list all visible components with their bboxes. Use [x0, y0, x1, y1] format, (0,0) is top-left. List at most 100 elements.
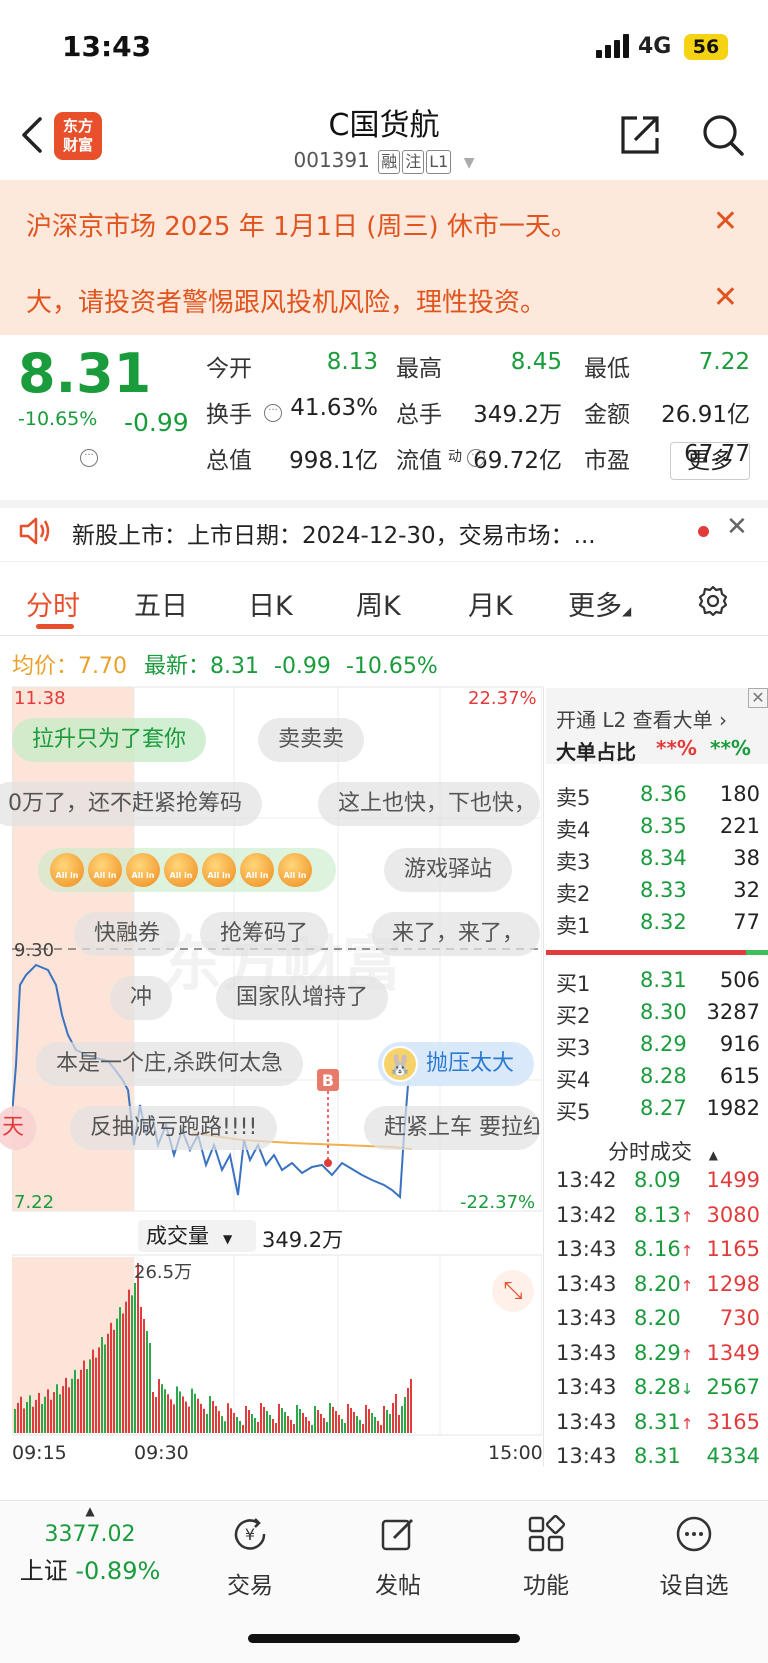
barrage-comment[interactable]: 快融券	[74, 912, 181, 956]
barrage-comment[interactable]: 赶紧上车 要拉红	[364, 1106, 540, 1150]
volume-bar	[143, 1319, 145, 1433]
close-icon[interactable]: ✕	[748, 688, 768, 708]
volume-bar	[251, 1414, 253, 1433]
barrage-comment[interactable]: 拉升只为了套你	[12, 718, 207, 762]
close-icon[interactable]: ✕	[726, 512, 748, 542]
index-widget[interactable]: ▲ 3377.02 上证 -0.89%	[10, 1500, 170, 1586]
notice-line-2: 大，请投资者警惕跟风投机风险，理性投资。	[26, 288, 547, 318]
l2-prompt[interactable]: 开通 L2 查看大单 ›	[556, 704, 727, 733]
volume-bar	[62, 1386, 64, 1433]
tab-more[interactable]: 更多◢	[568, 584, 631, 623]
nav-post[interactable]: 发帖	[338, 1514, 458, 1600]
volume-bar	[296, 1405, 298, 1433]
gear-icon[interactable]	[696, 584, 730, 618]
volume-bar	[92, 1349, 94, 1433]
quote-label: 金额	[584, 402, 630, 428]
more-button[interactable]: 更多	[670, 442, 750, 480]
nav-features[interactable]: 功能	[486, 1514, 606, 1600]
barrage-comment[interactable]: 国家队增持了	[216, 976, 389, 1020]
barrage-comment[interactable]: 来了，来了，	[372, 912, 540, 956]
volume-indicator-select[interactable]: 成交量 ▼	[138, 1220, 256, 1252]
volume-bar	[326, 1422, 328, 1433]
svg-text:B: B	[322, 1071, 334, 1090]
trades-header[interactable]: 分时成交 ▲	[608, 1136, 718, 1166]
nav-trade[interactable]: ¥ 交易	[190, 1514, 310, 1600]
volume-bar	[80, 1369, 82, 1433]
tab-five-day[interactable]: 五日	[134, 584, 188, 623]
volume-bar	[404, 1397, 406, 1433]
volume-bar	[155, 1397, 157, 1433]
volume-bar	[350, 1408, 352, 1433]
barrage-comment[interactable]: 冲	[110, 976, 173, 1020]
ask-level-label: 卖3	[556, 850, 591, 874]
bid-level-label: 买1	[556, 972, 591, 996]
volume-bar	[32, 1406, 34, 1433]
barrage-comment[interactable]: 这上也快，下也快，	[318, 782, 540, 826]
volume-bar	[290, 1420, 292, 1433]
quote-label: 最高	[396, 356, 442, 382]
nav-add-watchlist[interactable]: 设自选	[634, 1514, 754, 1600]
volume-bar	[398, 1415, 400, 1433]
search-icon[interactable]	[700, 112, 746, 158]
close-icon[interactable]: ✕	[713, 204, 738, 239]
speaker-icon	[19, 517, 50, 545]
volume-bar	[407, 1388, 409, 1433]
volume-bar	[356, 1416, 358, 1433]
volume-bar	[44, 1396, 46, 1433]
registration-tag: 注	[402, 150, 425, 174]
tab-weekly-k[interactable]: 周K	[356, 584, 401, 623]
info-icon[interactable]: ···	[80, 449, 98, 467]
ask-price: 8.34	[640, 846, 687, 870]
volume-bar	[284, 1412, 286, 1433]
info-icon[interactable]: ···	[264, 404, 282, 422]
allin-bubble[interactable]: All in All in All in All in All in All in All …	[38, 848, 336, 892]
barrage-comment[interactable]: 天	[0, 1106, 36, 1150]
news-text[interactable]: 新股上市：上市日期：2024-12-30，交易市场：...	[72, 516, 596, 550]
volume-bar	[146, 1331, 148, 1433]
barrage-comment[interactable]: 反抽减亏跑路!!!!	[70, 1106, 278, 1150]
volume-bar	[29, 1395, 31, 1433]
volume-bar	[41, 1403, 43, 1433]
info-icon[interactable]: ···	[467, 449, 485, 467]
tab-daily-k[interactable]: 日K	[248, 584, 293, 623]
trade-volume: 3080	[706, 1202, 760, 1227]
tab-intraday[interactable]: 分时	[26, 584, 80, 623]
intraday-summary: 均价：7.70 最新：8.31 -0.99 -10.65%	[12, 648, 438, 680]
network-type: 4G	[638, 34, 672, 59]
pe-type-label: 动	[448, 449, 462, 465]
volume-bar	[263, 1407, 265, 1433]
trade-price: 8.20	[634, 1306, 681, 1330]
volume-bar	[245, 1406, 247, 1433]
share-icon[interactable]	[617, 112, 663, 158]
last-price: 8.31	[18, 342, 152, 405]
barrage-comment[interactable]: 游戏驿站	[384, 848, 513, 892]
barrage-comment[interactable]: 🐰 抛压太大	[378, 1042, 535, 1086]
tab-monthly-k[interactable]: 月K	[468, 584, 513, 623]
quote-value: 41.63%	[290, 395, 378, 421]
volume-bar	[386, 1410, 388, 1433]
volume-bar	[266, 1411, 268, 1433]
barrage-comment[interactable]: 卖卖卖	[258, 718, 365, 762]
volume-bar	[38, 1392, 40, 1433]
volume-bar	[299, 1409, 301, 1433]
volume-bar	[35, 1399, 37, 1433]
close-icon[interactable]: ✕	[713, 280, 738, 315]
barrage-comment[interactable]: 本是一个庄,杀跌何太急	[36, 1042, 303, 1086]
volume-bar	[311, 1425, 313, 1433]
volume-bar	[275, 1423, 277, 1433]
volume-bar	[224, 1421, 226, 1433]
volume-peak: 26.5万	[134, 1262, 193, 1283]
y-axis-high: 11.38	[14, 688, 66, 709]
trade-volume: 2567	[706, 1375, 760, 1399]
expand-icon[interactable]: ⤡	[492, 1270, 534, 1312]
bid-volume: 615	[719, 1064, 760, 1088]
bid-level-label: 买2	[556, 1004, 591, 1028]
volume-bar	[26, 1401, 28, 1433]
barrage-comment[interactable]: 0万了，还不赶紧抢筹码	[0, 782, 262, 826]
battery-icon: 56	[684, 34, 728, 60]
quote-label: 市盈	[584, 448, 630, 474]
signal-icon	[596, 34, 630, 58]
volume-bar	[185, 1401, 187, 1433]
change-percent: -10.65%	[18, 408, 98, 430]
barrage-comment[interactable]: 抢筹码了	[200, 912, 329, 956]
